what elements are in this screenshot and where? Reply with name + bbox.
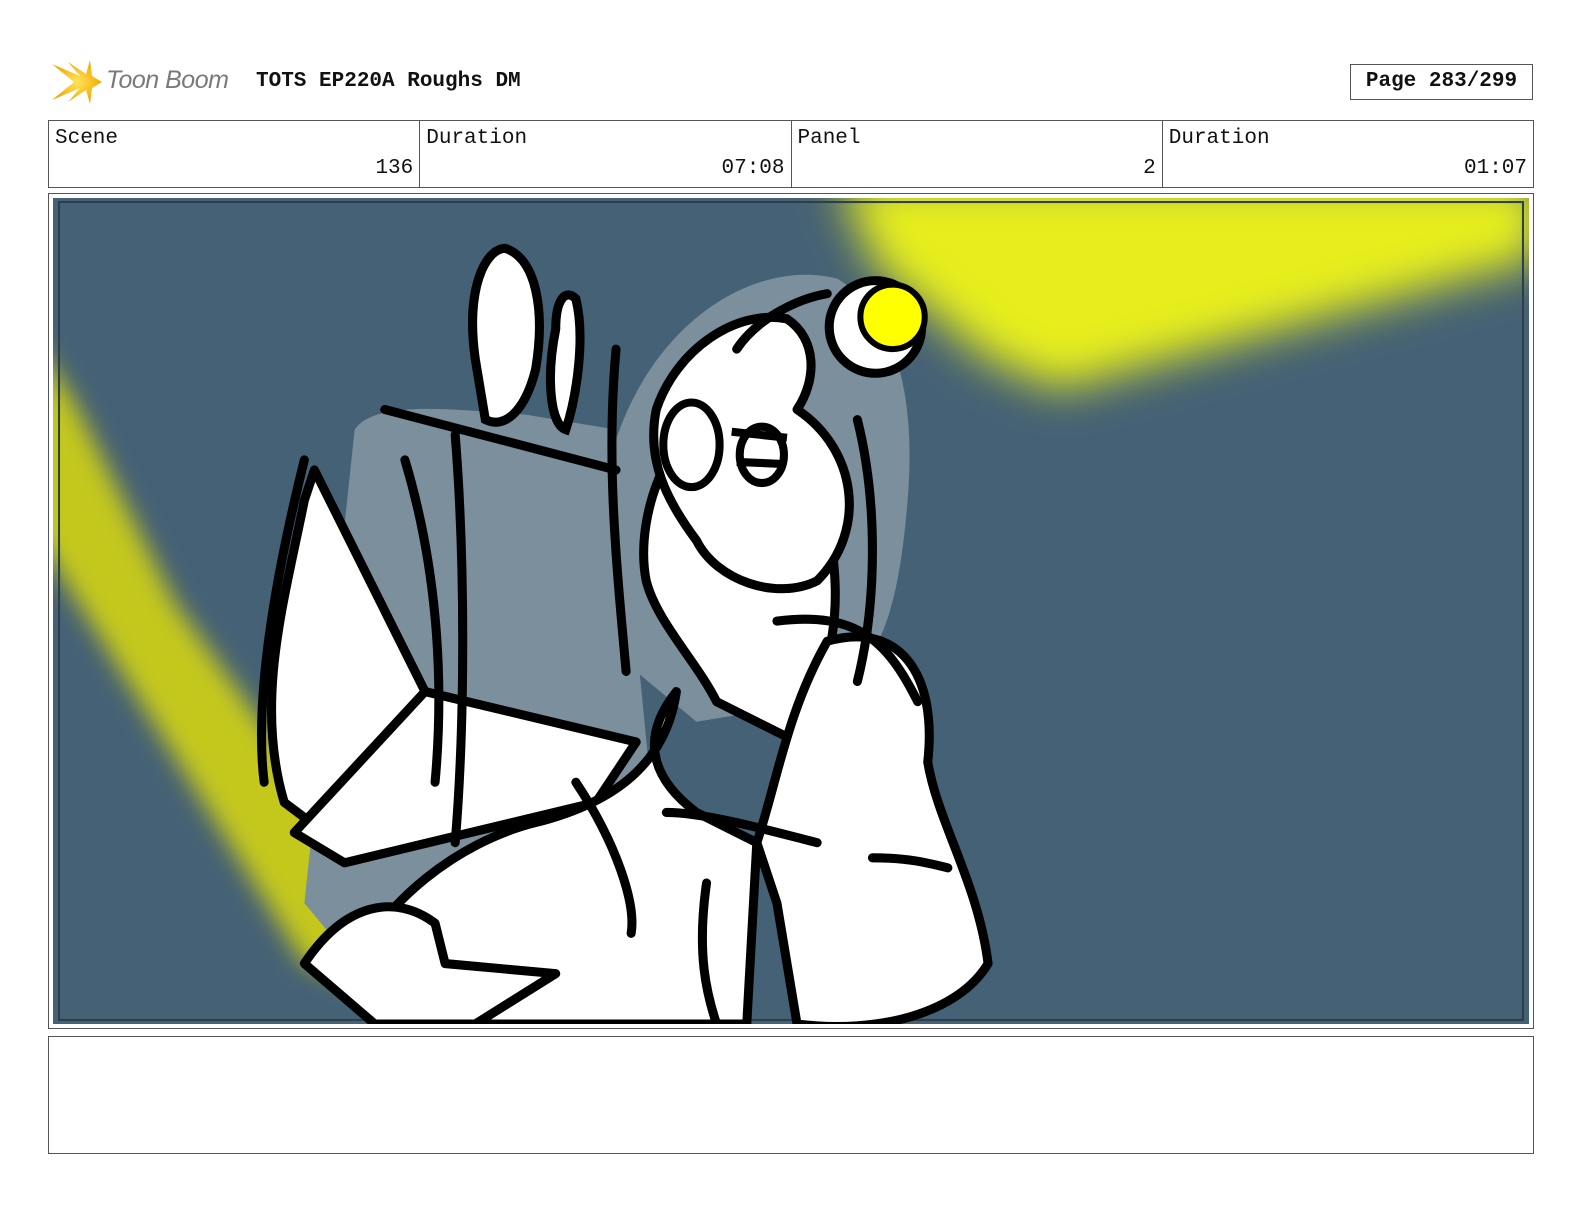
brand-name: Toon Boom xyxy=(106,66,229,94)
panel-duration-cell: Duration 01:07 xyxy=(1163,121,1533,187)
panel-label: Panel xyxy=(797,127,861,150)
scene-info-row: Scene 136 Duration 07:08 Panel 2 Duratio… xyxy=(48,120,1534,188)
scene-value: 136 xyxy=(375,157,414,180)
panel-drawing xyxy=(53,198,1529,1024)
panel-duration-value: 01:07 xyxy=(1463,157,1527,180)
panel-duration-label: Duration xyxy=(1168,127,1270,150)
storyboard-panel xyxy=(48,193,1534,1029)
panel-value: 2 xyxy=(1143,157,1156,180)
panel-notes-box xyxy=(48,1036,1534,1154)
scene-duration-label: Duration xyxy=(426,127,528,150)
scene-cell: Scene 136 xyxy=(49,121,421,187)
panel-cell: Panel 2 xyxy=(792,121,1163,187)
scene-duration-value: 07:08 xyxy=(721,157,785,180)
document-title: TOTS EP220A Roughs DM xyxy=(256,70,521,93)
sunburst-icon xyxy=(52,60,102,104)
scene-label: Scene xyxy=(55,127,119,150)
scene-duration-cell: Duration 07:08 xyxy=(420,121,792,187)
page-number: Page 283/299 xyxy=(1350,64,1533,100)
